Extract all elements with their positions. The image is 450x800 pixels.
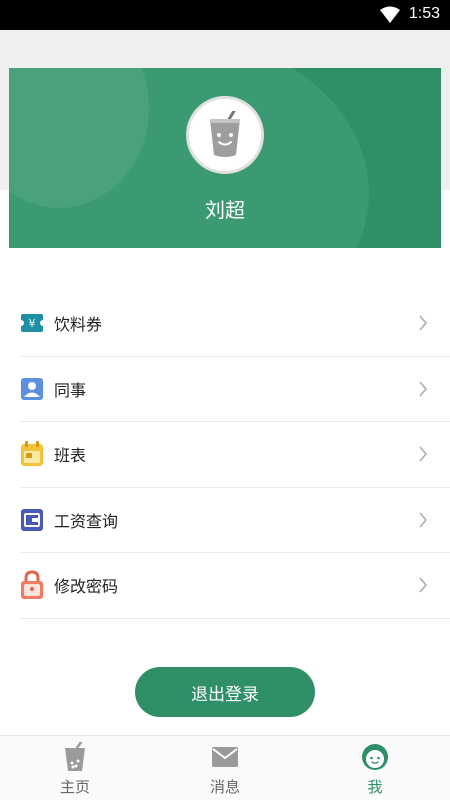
menu-item-label: 饮料券	[54, 315, 103, 335]
tab-label: 主页	[59, 778, 90, 796]
menu-item-label: 班表	[54, 446, 87, 466]
profile-name: 刘超	[205, 198, 245, 222]
cup-avatar-icon	[210, 111, 240, 157]
menu-item-label: 同事	[54, 380, 87, 400]
tab-label: 消息	[209, 778, 240, 796]
chevron-right-icon	[419, 315, 427, 331]
menu-item-label: 修改密码	[54, 577, 119, 597]
wallet-icon	[20, 508, 44, 532]
chevron-right-icon	[419, 446, 427, 462]
chevron-right-icon	[419, 577, 427, 593]
svg-text:¥: ¥	[29, 317, 36, 330]
menu-item-salary[interactable]: 工资查询	[20, 488, 450, 553]
bottom-tab-bar: 主页 消息 我	[0, 735, 450, 800]
menu-item-label: 工资查询	[54, 511, 119, 531]
tab-home[interactable]: 主页	[0, 736, 150, 800]
wifi-icon	[380, 6, 400, 23]
calendar-icon	[20, 441, 44, 467]
status-time: 1:53	[408, 5, 440, 22]
status-bar: 1:53	[0, 0, 450, 30]
chevron-right-icon	[419, 381, 427, 396]
tab-me[interactable]: 我	[300, 736, 450, 800]
avatar[interactable]	[186, 96, 264, 174]
drink-cup-icon	[65, 742, 85, 771]
logout-button[interactable]: 退出登录	[135, 667, 315, 717]
mail-icon	[212, 747, 238, 767]
chevron-right-icon	[419, 512, 427, 527]
lock-icon	[20, 570, 44, 600]
voucher-icon: ¥	[20, 311, 44, 335]
contact-icon	[20, 377, 44, 401]
menu-item-colleagues[interactable]: 同事	[20, 357, 450, 422]
tab-label: 我	[367, 778, 383, 796]
profile-face-icon	[362, 744, 388, 770]
menu-item-schedule[interactable]: 班表	[20, 422, 450, 488]
settings-menu: ¥ 饮料券 同事 班表 工资查询 修改密码	[20, 291, 450, 619]
menu-item-change-password[interactable]: 修改密码	[20, 553, 450, 619]
menu-item-voucher[interactable]: ¥ 饮料券	[20, 291, 450, 357]
tab-messages[interactable]: 消息	[150, 736, 300, 800]
